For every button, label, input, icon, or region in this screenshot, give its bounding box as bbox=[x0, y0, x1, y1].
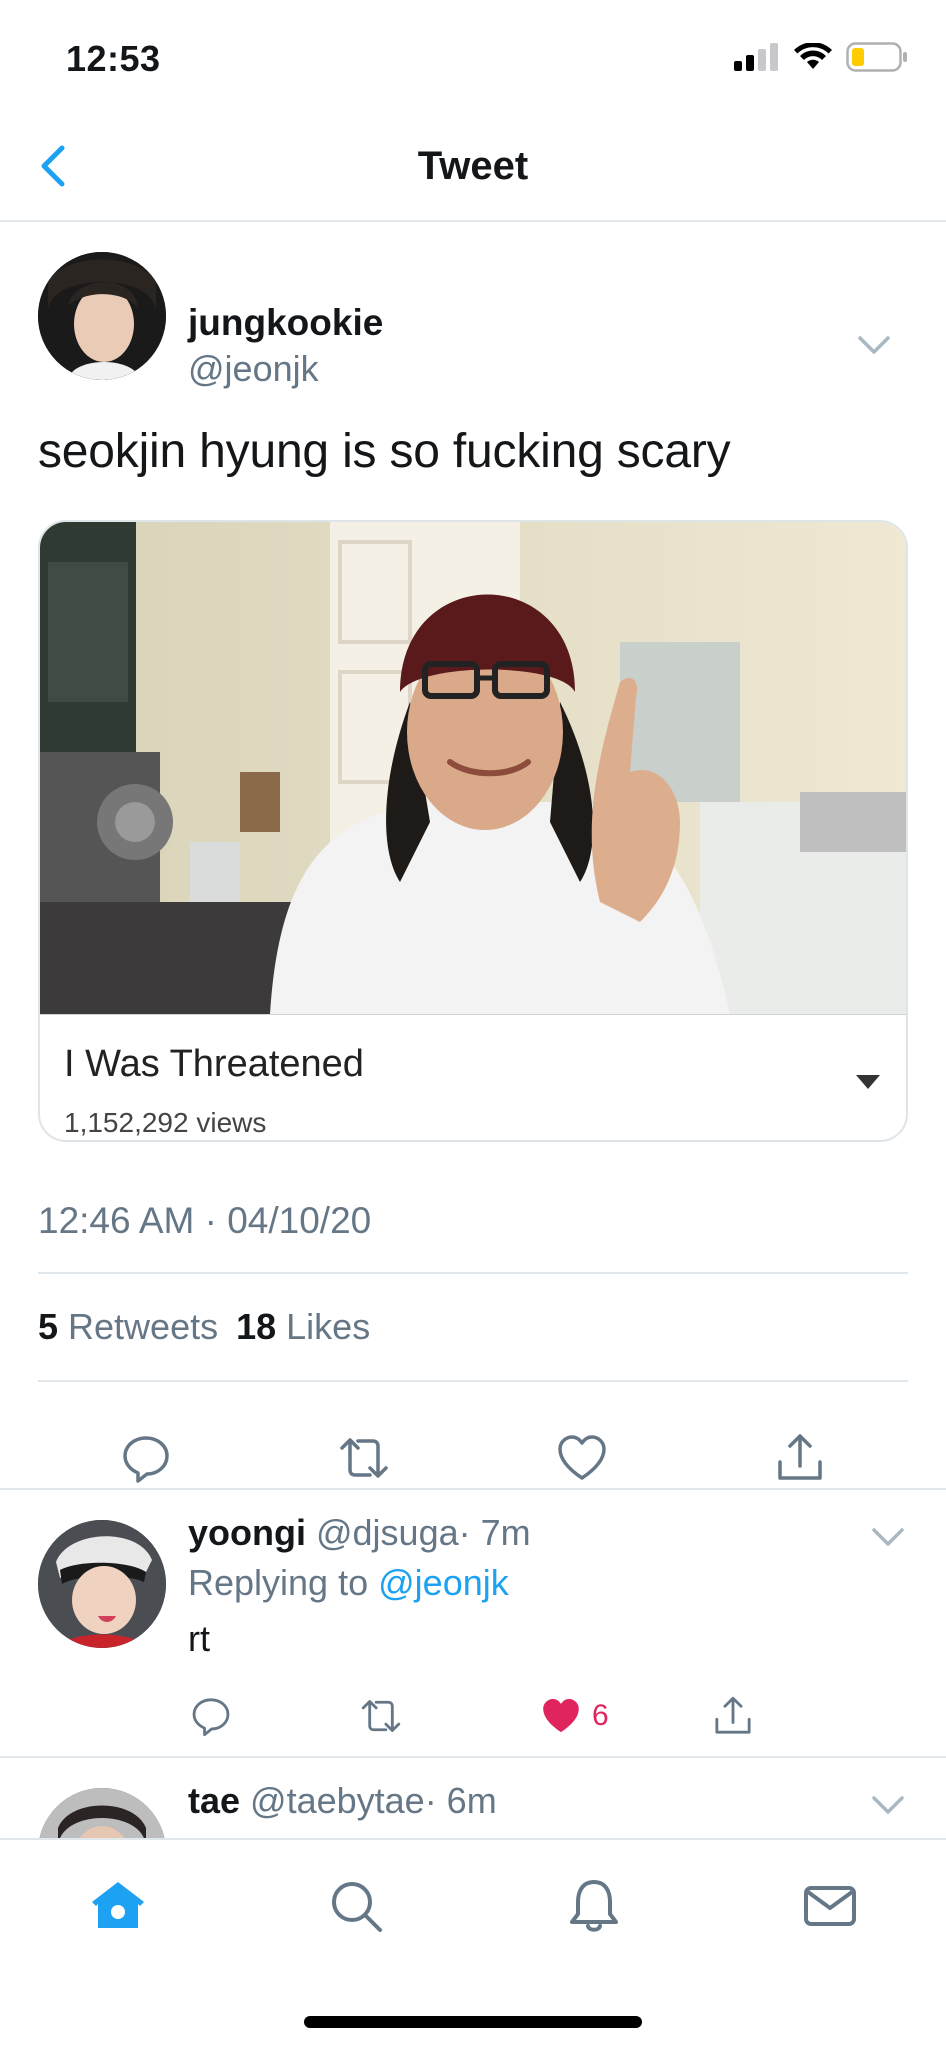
page-title: Tweet bbox=[417, 144, 529, 188]
avatar-image bbox=[38, 252, 166, 380]
reply-author-name[interactable]: yoongi bbox=[188, 1512, 306, 1553]
dropdown-triangle-icon bbox=[856, 1075, 880, 1089]
mail-icon bbox=[804, 1886, 856, 1926]
reply-author-handle[interactable]: @taebytae bbox=[250, 1780, 425, 1821]
heart-filled-icon bbox=[543, 1699, 579, 1733]
status-time: 12:53 bbox=[66, 38, 161, 79]
chevron-down-icon bbox=[872, 1796, 904, 1814]
tweet-stats: 5 Retweets 18 Likes bbox=[38, 1306, 370, 1348]
reply-header: yoongi @djsuga· 7m bbox=[188, 1512, 531, 1554]
reply-actions: 6 bbox=[188, 1692, 788, 1752]
avatar[interactable] bbox=[38, 1788, 166, 1838]
retweet-icon bbox=[340, 1438, 388, 1478]
reply-text: rt bbox=[188, 1618, 210, 1659]
replying-to: Replying to @jeonjk bbox=[188, 1562, 509, 1604]
reply-item[interactable]: yoongi @djsuga· 7m Replying to @jeonjk rt… bbox=[0, 1490, 946, 1760]
tweet-text: seokjin hyung is so fucking scary bbox=[38, 425, 731, 478]
retweet-count: 5 bbox=[38, 1306, 59, 1347]
comment-icon bbox=[192, 1698, 230, 1736]
retweets-label: Retweets bbox=[68, 1306, 219, 1347]
home-indicator bbox=[304, 2016, 642, 2028]
avatar[interactable] bbox=[38, 1520, 166, 1648]
cellular-signal-icon bbox=[734, 43, 778, 71]
tab-messages[interactable] bbox=[800, 1876, 860, 1936]
tab-home[interactable] bbox=[88, 1876, 148, 1936]
reply-options-button[interactable] bbox=[868, 1522, 908, 1550]
nav-bar: Tweet bbox=[0, 110, 946, 222]
reply-header: tae @taebytae· 6m bbox=[188, 1780, 497, 1822]
replying-to-label: Replying to bbox=[188, 1562, 369, 1603]
media-title: I Was Threatened bbox=[64, 1043, 364, 1085]
tab-bar bbox=[0, 1838, 946, 2048]
chevron-down-icon bbox=[858, 336, 890, 354]
share-button[interactable] bbox=[772, 1430, 828, 1486]
divider bbox=[38, 1272, 908, 1274]
replying-to-mention[interactable]: @jeonjk bbox=[378, 1562, 509, 1603]
chevron-down-icon bbox=[872, 1528, 904, 1546]
reply-options-button[interactable] bbox=[868, 1790, 908, 1818]
tab-search[interactable] bbox=[326, 1876, 386, 1936]
reply-author-handle[interactable]: @djsuga bbox=[316, 1512, 459, 1553]
likes-stat[interactable]: 18 Likes bbox=[236, 1306, 370, 1348]
tweet-author: jungkookie @jeonjk bbox=[38, 252, 908, 389]
like-button[interactable]: 6 bbox=[540, 1692, 609, 1740]
home-icon bbox=[92, 1882, 144, 1928]
divider bbox=[38, 1380, 908, 1382]
share-button[interactable] bbox=[712, 1692, 754, 1740]
status-bar: 12:53 bbox=[0, 0, 946, 110]
comment-icon bbox=[123, 1436, 169, 1483]
retweet-icon bbox=[361, 1700, 401, 1732]
wifi-icon bbox=[794, 43, 832, 69]
tab-notifications[interactable] bbox=[564, 1876, 624, 1936]
retweet-button[interactable] bbox=[358, 1692, 404, 1740]
retweet-button[interactable] bbox=[336, 1430, 392, 1486]
reply-item[interactable]: tae @taebytae· 6m bbox=[0, 1758, 946, 1838]
likes-label: Likes bbox=[286, 1306, 371, 1347]
heart-icon bbox=[558, 1435, 606, 1480]
media-image bbox=[40, 522, 906, 1014]
media-views: 1,152,292 views bbox=[64, 1107, 267, 1138]
battery-icon bbox=[846, 42, 907, 72]
reply-time: · 6m bbox=[424, 1780, 497, 1821]
reply-button[interactable] bbox=[190, 1692, 232, 1740]
share-icon bbox=[778, 1434, 822, 1480]
tweet-options-button[interactable] bbox=[854, 330, 894, 358]
bell-icon bbox=[570, 1880, 618, 1932]
status-icons bbox=[734, 42, 908, 72]
author-handle[interactable]: @jeonjk bbox=[188, 348, 319, 390]
share-icon bbox=[715, 1696, 751, 1734]
like-count: 18 bbox=[236, 1306, 277, 1347]
media-card[interactable]: I Was Threatened 1,152,292 views bbox=[38, 520, 908, 1142]
reply-like-count: 6 bbox=[592, 1699, 609, 1732]
reply-time: · 7m bbox=[458, 1512, 531, 1553]
avatar[interactable] bbox=[38, 252, 166, 380]
like-button[interactable] bbox=[554, 1430, 610, 1486]
retweets-stat[interactable]: 5 Retweets bbox=[38, 1306, 218, 1348]
reply-author-name[interactable]: tae bbox=[188, 1780, 240, 1821]
author-name[interactable]: jungkookie bbox=[188, 302, 383, 344]
reply-button[interactable] bbox=[118, 1430, 174, 1486]
tweet-timestamp: 12:46 AM · 04/10/20 bbox=[38, 1200, 372, 1241]
search-icon bbox=[332, 1882, 382, 1932]
media-caption: I Was Threatened 1,152,292 views bbox=[40, 1014, 906, 1140]
